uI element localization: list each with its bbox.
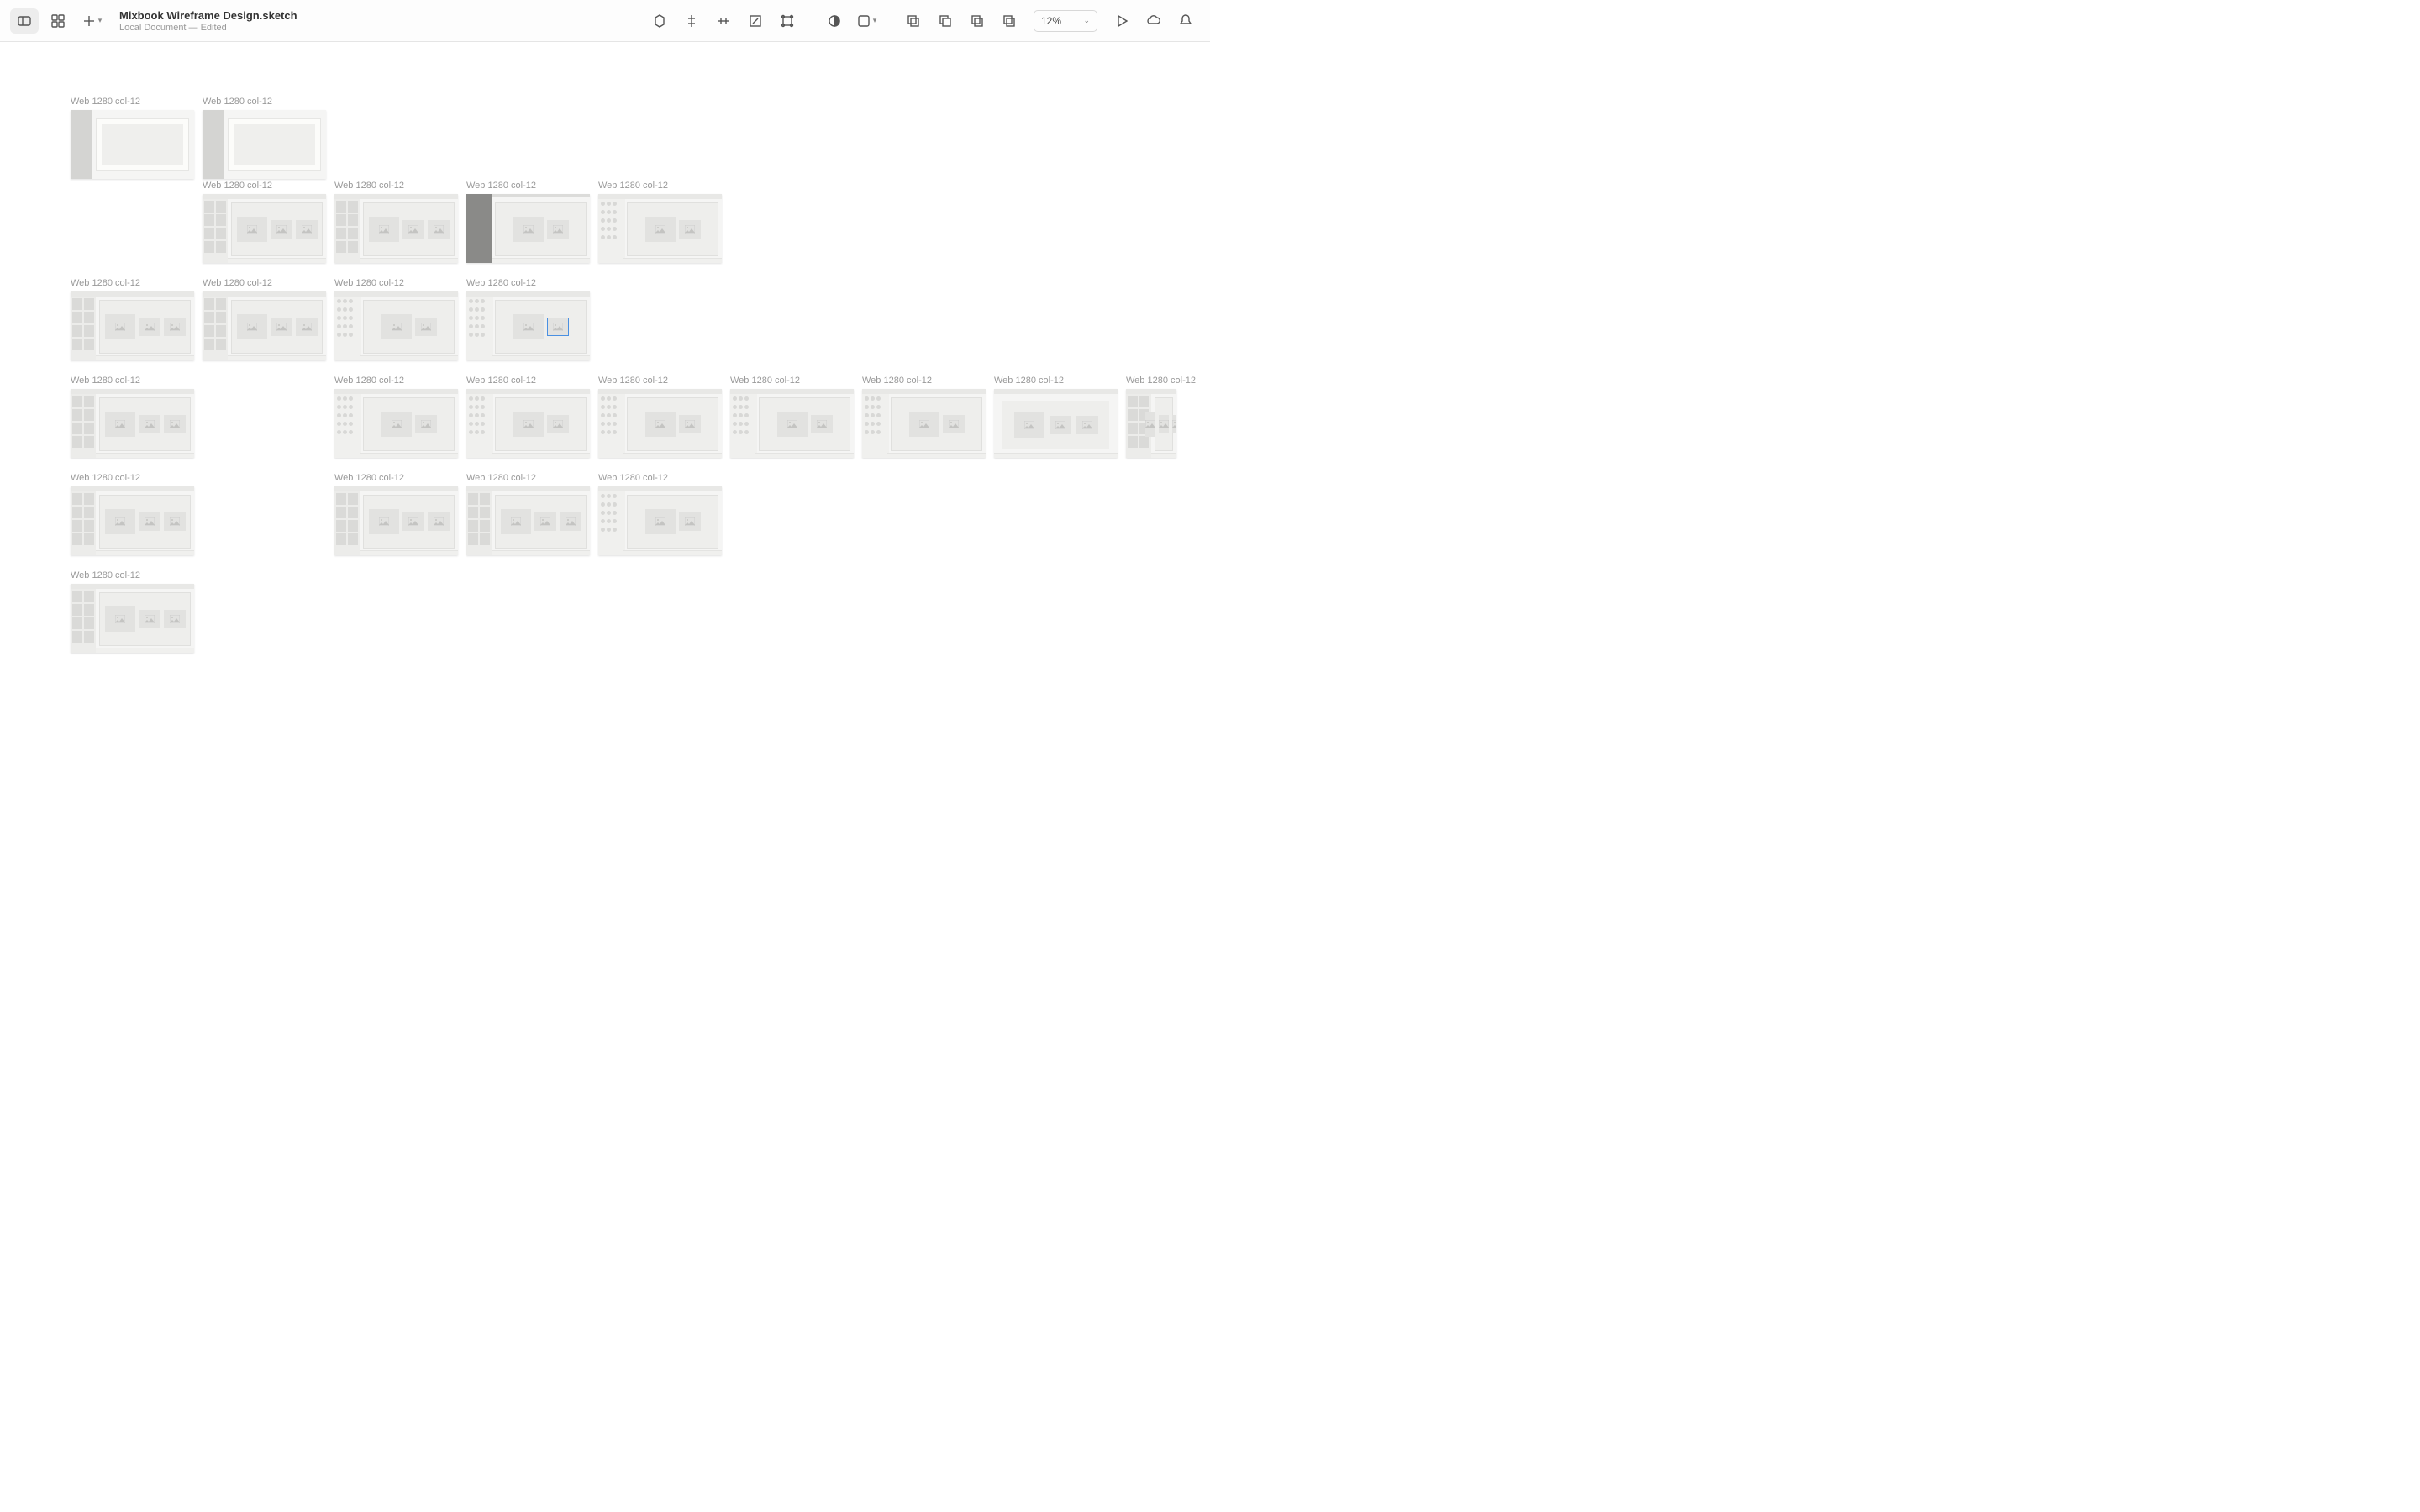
artboard-label: Web 1280 col-12 [598,181,722,191]
artboard-label: Web 1280 col-12 [71,570,194,580]
artboard-label: Web 1280 col-12 [203,278,326,288]
zoom-select[interactable]: 12% ⌄ [1034,10,1097,32]
document-meta: Mixbook Wireframe Design.sketch Local Do… [119,9,297,33]
artboard-label: Web 1280 col-12 [334,473,458,483]
preview-button[interactable] [1107,8,1136,34]
artboard-label: Web 1280 col-12 [466,473,590,483]
artboard-label: Web 1280 col-12 [203,181,326,191]
artboard[interactable]: Web 1280 col-12 [466,181,590,263]
artboard-frame[interactable] [598,194,722,263]
artboard-label: Web 1280 col-12 [71,375,194,386]
artboard-frame[interactable] [862,389,986,458]
artboard-frame[interactable] [466,291,590,360]
artboard-frame[interactable] [466,486,590,555]
artboard-frame[interactable] [334,389,458,458]
artboard[interactable]: Web 1280 col-12 [334,375,458,458]
chevron-down-icon: ▾ [873,16,877,25]
cloud-button[interactable] [1139,8,1168,34]
artboard[interactable]: Web 1280 col-12 [71,570,194,653]
artboard-label: Web 1280 col-12 [334,278,458,288]
create-symbol-button[interactable] [645,8,674,34]
artboard-label: Web 1280 col-12 [466,375,590,386]
artboard[interactable]: Web 1280 col-12 [203,181,326,263]
artboard-frame[interactable] [71,486,194,555]
artboard-label: Web 1280 col-12 [466,181,590,191]
artboard-label: Web 1280 col-12 [994,375,1118,386]
artboard-frame[interactable] [466,389,590,458]
artboard-frame[interactable] [334,194,458,263]
artboard-frame[interactable] [466,194,590,263]
document-title: Mixbook Wireframe Design.sketch [119,9,297,22]
canvas[interactable]: Web 1280 col-12 Web 1280 col-12 Web 1280 c… [0,42,1210,756]
artboard-label: Web 1280 col-12 [334,181,458,191]
artboard[interactable]: Web 1280 col-12 [466,473,590,555]
distribute-vertical-button[interactable] [677,8,706,34]
artboard-frame[interactable] [71,389,194,458]
artboard-label: Web 1280 col-12 [730,375,854,386]
insert-button[interactable]: ▾ [77,8,106,34]
artboard[interactable]: Web 1280 col-12 [71,473,194,555]
artboard-label: Web 1280 col-12 [1126,375,1196,386]
artboard-label: Web 1280 col-12 [71,473,194,483]
artboard-label: Web 1280 col-12 [71,278,194,288]
artboard-frame[interactable] [1126,389,1176,458]
artboard-frame[interactable] [203,194,326,263]
scale-button[interactable] [741,8,770,34]
intersect-button[interactable] [963,8,992,34]
artboard[interactable]: Web 1280 col-12 [598,375,722,458]
artboard[interactable]: Web 1280 col-12 [71,97,194,179]
artboard[interactable]: Web 1280 col-12 [994,375,1118,458]
artboard[interactable]: Web 1280 col-12 [1126,375,1196,458]
artboard[interactable]: Web 1280 col-12 [203,97,326,179]
artboard[interactable]: Web 1280 col-12 [466,375,590,458]
artboard-label: Web 1280 col-12 [71,97,194,107]
artboard-frame[interactable] [994,389,1118,458]
artboard-label: Web 1280 col-12 [203,97,326,107]
artboard[interactable]: Web 1280 col-12 [334,278,458,360]
components-button[interactable] [44,8,72,34]
artboard-frame[interactable] [598,389,722,458]
mask-button[interactable]: ▾ [852,8,881,34]
artboard-frame[interactable] [71,110,194,179]
artboard-frame[interactable] [334,486,458,555]
artboard-label: Web 1280 col-12 [862,375,986,386]
artboard[interactable]: Web 1280 col-12 [334,473,458,555]
subtract-button[interactable] [931,8,960,34]
artboard-frame[interactable] [203,291,326,360]
document-subtitle: Local Document — Edited [119,23,297,33]
chevron-down-icon: ⌄ [1083,16,1090,25]
artboard-label: Web 1280 col-12 [598,375,722,386]
sidebar-toggle-button[interactable] [10,8,39,34]
artboard[interactable]: Web 1280 col-12 [598,181,722,263]
artboard-frame[interactable] [334,291,458,360]
zoom-value: 12% [1041,15,1061,27]
edit-shape-button[interactable] [773,8,802,34]
artboard-frame[interactable] [71,291,194,360]
artboard[interactable]: Web 1280 col-12 [334,181,458,263]
artboard-frame[interactable] [71,584,194,653]
artboard[interactable]: Web 1280 col-12 [730,375,854,458]
artboard-frame[interactable] [203,110,326,179]
tint-button[interactable] [820,8,849,34]
difference-button[interactable] [995,8,1023,34]
artboard[interactable]: Web 1280 col-12 [203,278,326,360]
chevron-down-icon: ▾ [98,16,103,25]
artboard-label: Web 1280 col-12 [598,473,722,483]
artboard[interactable]: Web 1280 col-12 [598,473,722,555]
artboard[interactable]: Web 1280 col-12 [466,278,590,360]
artboard-label: Web 1280 col-12 [466,278,590,288]
artboard-frame[interactable] [730,389,854,458]
artboard[interactable]: Web 1280 col-12 [71,375,194,458]
notifications-button[interactable] [1171,8,1200,34]
artboard-label: Web 1280 col-12 [334,375,458,386]
distribute-horizontal-button[interactable] [709,8,738,34]
union-button[interactable] [899,8,928,34]
artboard-frame[interactable] [598,486,722,555]
artboard[interactable]: Web 1280 col-12 [862,375,986,458]
artboard[interactable]: Web 1280 col-12 [71,278,194,360]
toolbar: ▾ Mixbook Wireframe Design.sketch Local … [0,0,1210,42]
